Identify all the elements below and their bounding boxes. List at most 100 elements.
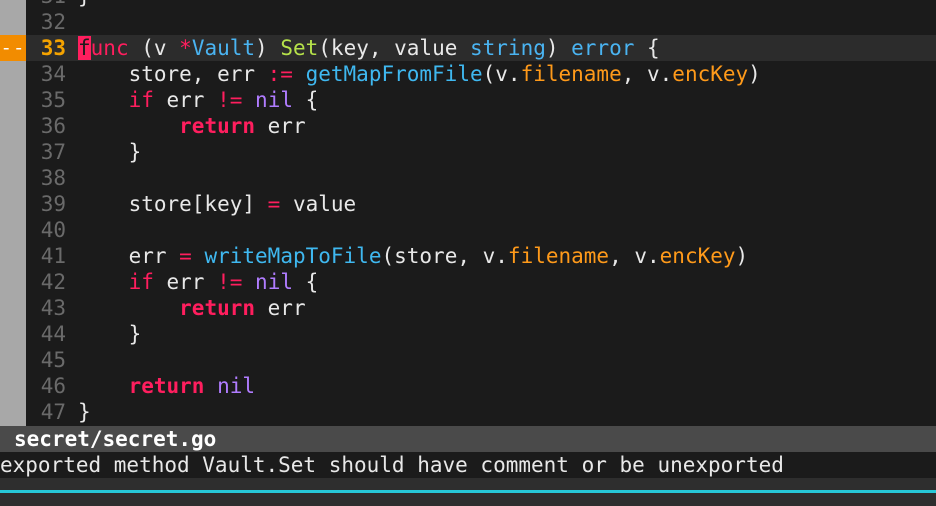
line-number: 46 — [40, 374, 66, 398]
line-number: 44 — [40, 322, 66, 346]
code-token: string — [470, 36, 546, 60]
code-token: filename — [507, 244, 610, 268]
code-token: Set — [280, 36, 319, 60]
code-token: error — [571, 36, 635, 60]
line-number: 39 — [40, 192, 66, 216]
line-number: 33 — [40, 36, 66, 60]
status-line-filename: secret/secret.go — [0, 426, 936, 452]
code-token: (store, v. — [381, 244, 508, 268]
code-token: if — [128, 88, 154, 112]
code-line[interactable]: 47} — [0, 399, 936, 425]
code-line[interactable]: -- 33 func (v *Vault) Set(key, value strin… — [0, 35, 936, 61]
code-token: } — [78, 0, 91, 8]
code-line[interactable]: 45 — [0, 347, 936, 373]
line-number: 47 — [40, 400, 66, 424]
code-token: value — [280, 192, 357, 216]
line-number: 37 — [40, 140, 66, 164]
code-token: getMapFromFile — [305, 62, 483, 86]
code-token: writeMapToFile — [204, 244, 382, 268]
code-token: ) — [545, 36, 572, 60]
line-number: 32 — [40, 10, 66, 34]
line-number: 38 — [40, 166, 66, 190]
code-token: (key, value — [318, 36, 470, 60]
code-token: nil — [255, 88, 293, 112]
code-token: { — [634, 36, 660, 60]
code-token: err — [255, 114, 306, 138]
line-number: 41 — [40, 244, 66, 268]
code-line[interactable]: 31} — [0, 0, 936, 9]
code-text: store, err := getMapFromFile(v.filename,… — [78, 61, 761, 87]
code-token: , v. — [609, 244, 660, 268]
code-token: := — [267, 62, 293, 86]
code-line[interactable]: 32 — [0, 9, 936, 35]
code-token: , v. — [621, 62, 673, 86]
line-number: 43 — [40, 296, 66, 320]
code-line[interactable]: 40 — [0, 217, 936, 243]
code-line[interactable]: 44 } — [0, 321, 936, 347]
code-line[interactable]: 35 if err != nil { — [0, 87, 936, 113]
code-token: encKey — [672, 62, 749, 86]
code-token: * — [179, 36, 192, 60]
code-text: if err != nil { — [78, 269, 319, 295]
code-token: ) — [735, 244, 749, 268]
code-line[interactable]: 36 return err — [0, 113, 936, 139]
code-token: != — [217, 270, 243, 294]
code-text: func (v *Vault) Set(key, value string) e… — [78, 35, 660, 61]
code-token: nil — [217, 374, 256, 398]
code-token: { — [292, 270, 319, 294]
code-token: (v. — [482, 62, 521, 86]
code-token: = — [179, 244, 192, 268]
code-line[interactable]: 37 } — [0, 139, 936, 165]
lint-warning-sign[interactable]: -- — [0, 35, 26, 61]
code-line[interactable]: 41 err = writeMapToFile(store, v.filenam… — [0, 243, 936, 269]
code-token: filename — [520, 62, 622, 86]
line-number: 34 — [40, 62, 66, 86]
code-text: return err — [78, 113, 306, 139]
line-number: 36 — [40, 114, 66, 138]
code-line[interactable]: 46 return nil — [0, 373, 936, 399]
code-line[interactable]: 42 if err != nil { — [0, 269, 936, 295]
line-number: 31 — [26, 0, 66, 9]
code-token: encKey — [659, 244, 736, 268]
text-cursor: f — [78, 36, 91, 60]
code-token: return — [179, 296, 256, 320]
code-token: if — [128, 270, 154, 294]
code-token: { — [292, 88, 319, 112]
code-token: nil — [255, 270, 293, 294]
code-token: != — [217, 88, 243, 112]
code-line[interactable]: 34 store, err := getMapFromFile(v.filena… — [0, 61, 936, 87]
lint-message: exported method Vault.Set should have co… — [0, 452, 936, 478]
cyan-rule — [0, 490, 936, 493]
code-token: err — [255, 296, 306, 320]
code-line[interactable]: 39 store[key] = value — [0, 191, 936, 217]
command-line-area[interactable] — [0, 478, 936, 506]
code-token: } — [78, 140, 142, 164]
code-token: } — [78, 400, 91, 424]
code-token: err — [153, 88, 218, 112]
code-token: store, err — [78, 62, 268, 86]
code-text: err = writeMapToFile(store, v.filename, … — [78, 243, 749, 269]
code-token: unc — [90, 36, 129, 60]
code-token: } — [78, 322, 142, 346]
code-token: ) — [255, 36, 281, 60]
code-token: err — [78, 244, 180, 268]
code-line[interactable]: 43 return err — [0, 295, 936, 321]
code-token: (v — [128, 36, 180, 60]
code-line[interactable]: 38 — [0, 165, 936, 191]
code-text: return err — [78, 295, 306, 321]
code-editor[interactable]: 31}32--33func (v *Vault) Set(key, value … — [0, 0, 936, 426]
line-number: 42 — [40, 270, 66, 294]
code-text: if err != nil { — [78, 87, 319, 113]
code-text: } — [78, 399, 91, 425]
code-token: ) — [748, 62, 761, 86]
line-number: 45 — [40, 348, 66, 372]
